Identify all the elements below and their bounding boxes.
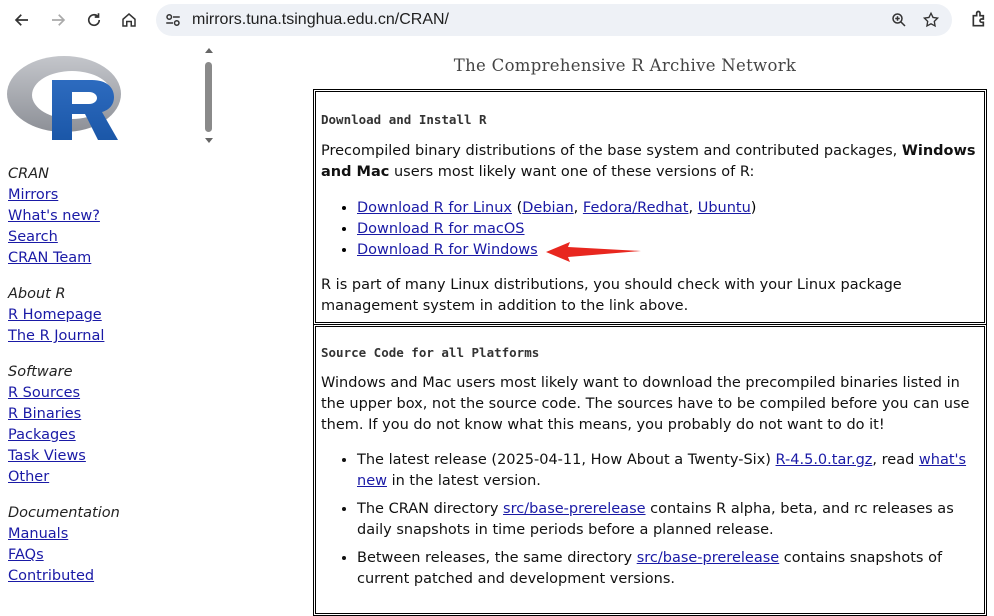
sidebar-section-documentation: Documentation Manuals FAQs Contributed (8, 503, 120, 587)
scroll-down-icon[interactable] (205, 138, 213, 143)
base-prerelease-link[interactable]: src/base-prerelease (503, 501, 646, 517)
source-intro: Windows and Mac users most likely want t… (321, 375, 970, 433)
sidebar-link-contributed[interactable]: Contributed (8, 566, 120, 587)
download-intro: Precompiled binary distributions of the … (321, 141, 980, 183)
left-navigation-frame: CRAN Mirrors What's new? Search CRAN Tea… (0, 44, 216, 591)
forward-button[interactable] (44, 6, 72, 34)
sidebar-heading: Documentation (8, 505, 120, 521)
back-button[interactable] (8, 6, 36, 34)
sidebar-heading: Software (8, 364, 73, 380)
download-install-box: Download and Install R Precompiled binar… (313, 89, 987, 325)
sidebar-link-manuals[interactable]: Manuals (8, 524, 120, 545)
sidebar-link-faqs[interactable]: FAQs (8, 545, 120, 566)
download-windows-link[interactable]: Download R for Windows (357, 242, 538, 258)
sidebar-link-cran-team[interactable]: CRAN Team (8, 248, 120, 269)
sidebar-link-r-journal[interactable]: The R Journal (8, 326, 120, 347)
sidebar-link-mirrors[interactable]: Mirrors (8, 185, 120, 206)
fedora-link[interactable]: Fedora/Redhat (583, 200, 689, 216)
item-text: The latest release (2025-04-11, How Abou… (357, 452, 776, 468)
sidebar-link-r-sources[interactable]: R Sources (8, 383, 120, 404)
sidebar-link-whats-new[interactable]: What's new? (8, 206, 120, 227)
back-arrow-icon (14, 14, 28, 26)
source-list: The latest release (2025-04-11, How Abou… (321, 450, 980, 590)
item-text: The CRAN directory (357, 501, 504, 517)
sidebar-link-other[interactable]: Other (8, 467, 120, 488)
sidebar-section-about-r: About R R Homepage The R Journal (8, 284, 120, 347)
list-item: Download R for macOS (357, 219, 980, 240)
scroll-up-icon[interactable] (205, 48, 213, 53)
download-outro: R is part of many Linux distributions, y… (321, 277, 902, 314)
home-button[interactable] (115, 6, 143, 34)
item-text: in the latest version. (386, 473, 541, 489)
address-bar[interactable]: mirrors.tuna.tsinghua.edu.cn/CRAN/ (156, 4, 952, 36)
bookmark-star-icon[interactable] (922, 11, 940, 29)
page-title: The Comprehensive R Archive Network (453, 56, 797, 75)
download-linux-link[interactable]: Download R for Linux (357, 200, 512, 216)
sidebar-link-r-homepage[interactable]: R Homepage (8, 305, 120, 326)
sidebar-heading: About R (8, 286, 66, 302)
reload-icon (87, 13, 101, 27)
list-item: The latest release (2025-04-11, How Abou… (357, 450, 980, 492)
forward-arrow-icon (52, 14, 66, 26)
download-list: Download R for Linux (Debian, Fedora/Red… (321, 198, 980, 261)
debian-link[interactable]: Debian (522, 200, 573, 216)
reload-button[interactable] (80, 6, 108, 34)
base-prerelease-link-2[interactable]: src/base-prerelease (637, 550, 780, 566)
list-item: The CRAN directory src/base-prerelease c… (357, 499, 980, 541)
sidebar-heading: CRAN (8, 166, 49, 182)
download-macos-link[interactable]: Download R for macOS (357, 221, 525, 237)
list-item: Between releases, the same directory src… (357, 548, 980, 590)
sidebar-link-search[interactable]: Search (8, 227, 120, 248)
sidebar-section-cran: CRAN Mirrors What's new? Search CRAN Tea… (8, 164, 120, 269)
item-text: Between releases, the same directory (357, 550, 637, 566)
ubuntu-link[interactable]: Ubuntu (698, 200, 751, 216)
url-text[interactable]: mirrors.tuna.tsinghua.edu.cn/CRAN/ (192, 11, 449, 29)
main-content-frame: The Comprehensive R Archive Network Down… (300, 44, 994, 616)
scroll-thumb[interactable] (205, 62, 212, 132)
sidebar-section-software: Software R Sources R Binaries Packages T… (8, 362, 120, 488)
sidebar-nav: CRAN Mirrors What's new? Search CRAN Tea… (8, 164, 120, 602)
extensions-icon[interactable] (970, 9, 990, 29)
r-tarball-link[interactable]: R-4.5.0.tar.gz (776, 452, 873, 468)
intro-text-end: users most likely want one of these vers… (389, 164, 755, 180)
sidebar-link-task-views[interactable]: Task Views (8, 446, 120, 467)
intro-text: Precompiled binary distributions of the … (321, 143, 902, 159)
home-icon (122, 13, 136, 27)
sidebar-link-packages[interactable]: Packages (8, 425, 120, 446)
source-heading: Source Code for all Platforms (321, 345, 540, 360)
item-text: , read (872, 452, 919, 468)
left-frame-scrollbar[interactable] (202, 48, 214, 148)
list-item: Download R for Linux (Debian, Fedora/Red… (357, 198, 980, 219)
red-arrow-annotation (546, 242, 641, 262)
sidebar-link-r-binaries[interactable]: R Binaries (8, 404, 120, 425)
r-logo[interactable] (6, 50, 126, 144)
source-code-box: Source Code for all Platforms Windows an… (313, 324, 987, 616)
list-item: Download R for Windows (357, 240, 980, 261)
download-heading: Download and Install R (321, 112, 487, 127)
browser-toolbar: mirrors.tuna.tsinghua.edu.cn/CRAN/ (0, 0, 994, 40)
site-settings-icon[interactable] (164, 11, 182, 29)
zoom-icon[interactable] (890, 11, 908, 29)
